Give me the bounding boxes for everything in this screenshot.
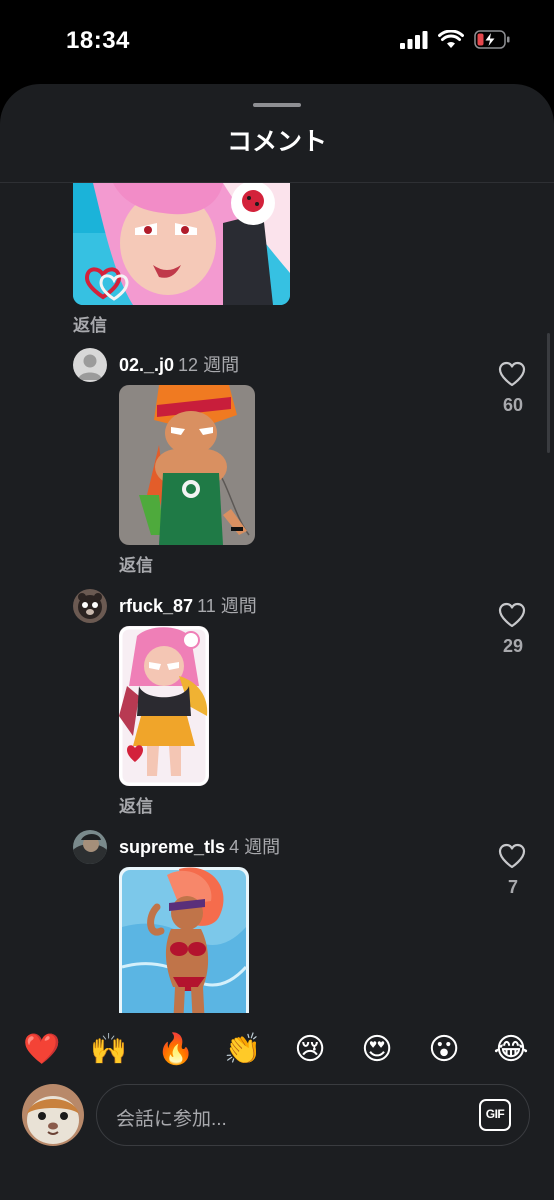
reaction-surprised-button[interactable]: 😮 — [426, 1032, 462, 1068]
gif-button[interactable]: GIF — [479, 1099, 511, 1131]
status-time: 18:34 — [66, 27, 130, 54]
comment-sticker-image[interactable] — [119, 867, 249, 1013]
heart-icon[interactable] — [498, 843, 526, 869]
reply-button[interactable]: 返信 — [119, 792, 153, 817]
comment-time: 11 週間 — [197, 596, 257, 616]
my-avatar — [22, 1084, 84, 1146]
reaction-clap-button[interactable]: 👏 — [224, 1032, 261, 1068]
comments-sheet: コメント 返信 02._.j0 12 週間 返信 60 rfuck_87 11 … — [0, 84, 554, 1200]
like-count: 7 — [507, 877, 518, 897]
comment-time: 12 週間 — [178, 355, 240, 375]
reaction-laughing-button[interactable]: 😂 — [493, 1032, 529, 1068]
quick-reactions-bar: ❤️ 🙌 🔥 👏 😢 😍 😮 😂 — [0, 1012, 554, 1084]
avatar[interactable] — [73, 348, 107, 382]
heart-icon[interactable] — [498, 602, 526, 628]
avatar[interactable] — [73, 830, 107, 864]
reaction-heart-button[interactable]: ❤️ — [23, 1032, 60, 1068]
battery-charging-low-icon — [474, 30, 510, 49]
username-link[interactable]: supreme_tls — [119, 837, 225, 857]
comment-input[interactable]: 会話に参加... GIF — [96, 1084, 530, 1146]
comment-meta: supreme_tls 4 週間 — [119, 833, 280, 859]
comment-sticker-image[interactable] — [119, 626, 209, 786]
status-bar: 18:34 — [0, 0, 554, 84]
comment-meta: 02._.j0 12 週間 — [119, 351, 239, 377]
comment-sticker-image[interactable] — [119, 385, 255, 545]
like-count: 60 — [502, 395, 524, 415]
username-link[interactable]: rfuck_87 — [119, 596, 193, 616]
reaction-crying-button[interactable]: 😢 — [292, 1032, 328, 1068]
scrollbar[interactable] — [547, 333, 550, 453]
reaction-fire-button[interactable]: 🔥 — [157, 1032, 194, 1068]
reaction-raised-hands-button[interactable]: 🙌 — [90, 1032, 127, 1068]
comment-time: 4 週間 — [229, 837, 281, 857]
comment-input-placeholder: 会話に参加... — [116, 1109, 227, 1130]
reply-button[interactable]: 返信 — [119, 551, 153, 576]
status-icons — [400, 30, 510, 49]
sheet-grabber[interactable] — [253, 103, 301, 107]
cellular-signal-icon — [400, 30, 428, 49]
reply-button[interactable]: 返信 — [73, 311, 107, 336]
heart-icon[interactable] — [498, 361, 526, 387]
comment-composer: 会話に参加... GIF — [0, 1084, 554, 1164]
like-count: 29 — [502, 636, 524, 656]
wifi-icon — [438, 30, 464, 48]
comment-meta: rfuck_87 11 週間 — [119, 592, 257, 618]
comment-sticker-image[interactable] — [73, 183, 290, 305]
username-link[interactable]: 02._.j0 — [119, 355, 174, 375]
reaction-heart-eyes-button[interactable]: 😍 — [359, 1032, 395, 1068]
comment-list[interactable]: 返信 02._.j0 12 週間 返信 60 rfuck_87 11 週間 返信… — [0, 183, 554, 1013]
avatar[interactable] — [73, 589, 107, 623]
sheet-title: コメント — [226, 128, 327, 156]
